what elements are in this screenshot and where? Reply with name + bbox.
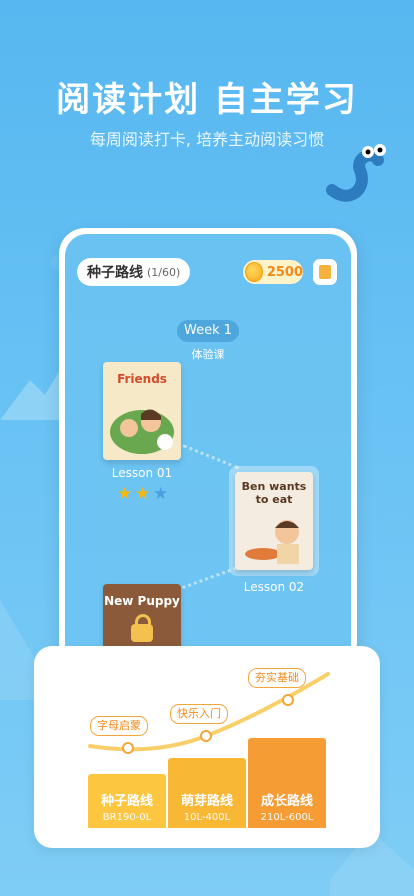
report-button[interactable] <box>313 259 337 285</box>
lesson-card-02[interactable]: Ben wants to eat <box>235 472 313 570</box>
book-title: Ben wants to eat <box>241 480 307 506</box>
milestone-node <box>122 742 134 754</box>
level-name: 成长路线 <box>260 794 313 809</box>
level-bar-growth[interactable]: 成长路线 210L-600L <box>248 738 326 828</box>
level-range: BR190-0L <box>102 812 152 823</box>
star-filled-icon: ★ <box>135 484 151 504</box>
star-filled-icon: ★ <box>117 484 133 504</box>
subheadline: 每周阅读打卡, 培养主动阅读习惯 <box>89 130 325 149</box>
lesson-label-02: Lesson 02 <box>243 580 305 594</box>
headline: 阅读计划 自主学习 <box>56 80 358 120</box>
lesson-label-01: Lesson 01 <box>111 466 173 480</box>
star-empty-icon: ★ <box>153 484 169 504</box>
week-label: Week 1 <box>177 320 239 342</box>
roadmap-card: 字母启蒙 快乐入门 夯实基础 种子路线 BR190-0L 萌芽路线 10L-40… <box>34 646 380 848</box>
coin-balance[interactable]: 2500 <box>243 260 303 284</box>
milestone-tag-1: 字母启蒙 <box>90 716 148 736</box>
level-range: 210L-600L <box>260 812 314 823</box>
level-range: 10L-400L <box>183 812 231 823</box>
level-name: 萌芽路线 <box>180 794 233 809</box>
coin-icon <box>245 262 263 282</box>
milestone-node <box>282 694 294 706</box>
report-icon <box>319 265 331 279</box>
book-title: New Puppy <box>104 594 180 608</box>
book-title: Friends <box>117 372 167 386</box>
lesson-card-01[interactable]: Friends <box>103 362 181 460</box>
lock-shackle <box>135 614 151 627</box>
app-screen: 种子路线 (1/60) 2500 Week 1 体验课 Friends Less… <box>65 234 351 668</box>
milestone-tag-3: 夯实基础 <box>248 668 306 688</box>
level-name: 种子路线 <box>100 794 153 809</box>
phone-mockup: 种子路线 (1/60) 2500 Week 1 体验课 Friends Less… <box>59 228 357 668</box>
milestone-node <box>200 730 212 742</box>
route-name: 种子路线 <box>87 265 143 281</box>
week-subtitle: 体验课 <box>191 348 225 361</box>
level-bar-sprout[interactable]: 萌芽路线 10L-400L <box>168 758 246 828</box>
route-selector[interactable]: 种子路线 (1/60) <box>77 258 191 286</box>
level-bar-seed[interactable]: 种子路线 BR190-0L <box>88 774 166 828</box>
route-progress: (1/60) <box>147 265 181 279</box>
milestone-tag-2: 快乐入门 <box>170 704 228 724</box>
book-cover-art <box>245 520 299 564</box>
path-dots-1 <box>182 444 240 470</box>
coin-count: 2500 <box>266 264 303 280</box>
book-cover-art <box>110 409 174 454</box>
